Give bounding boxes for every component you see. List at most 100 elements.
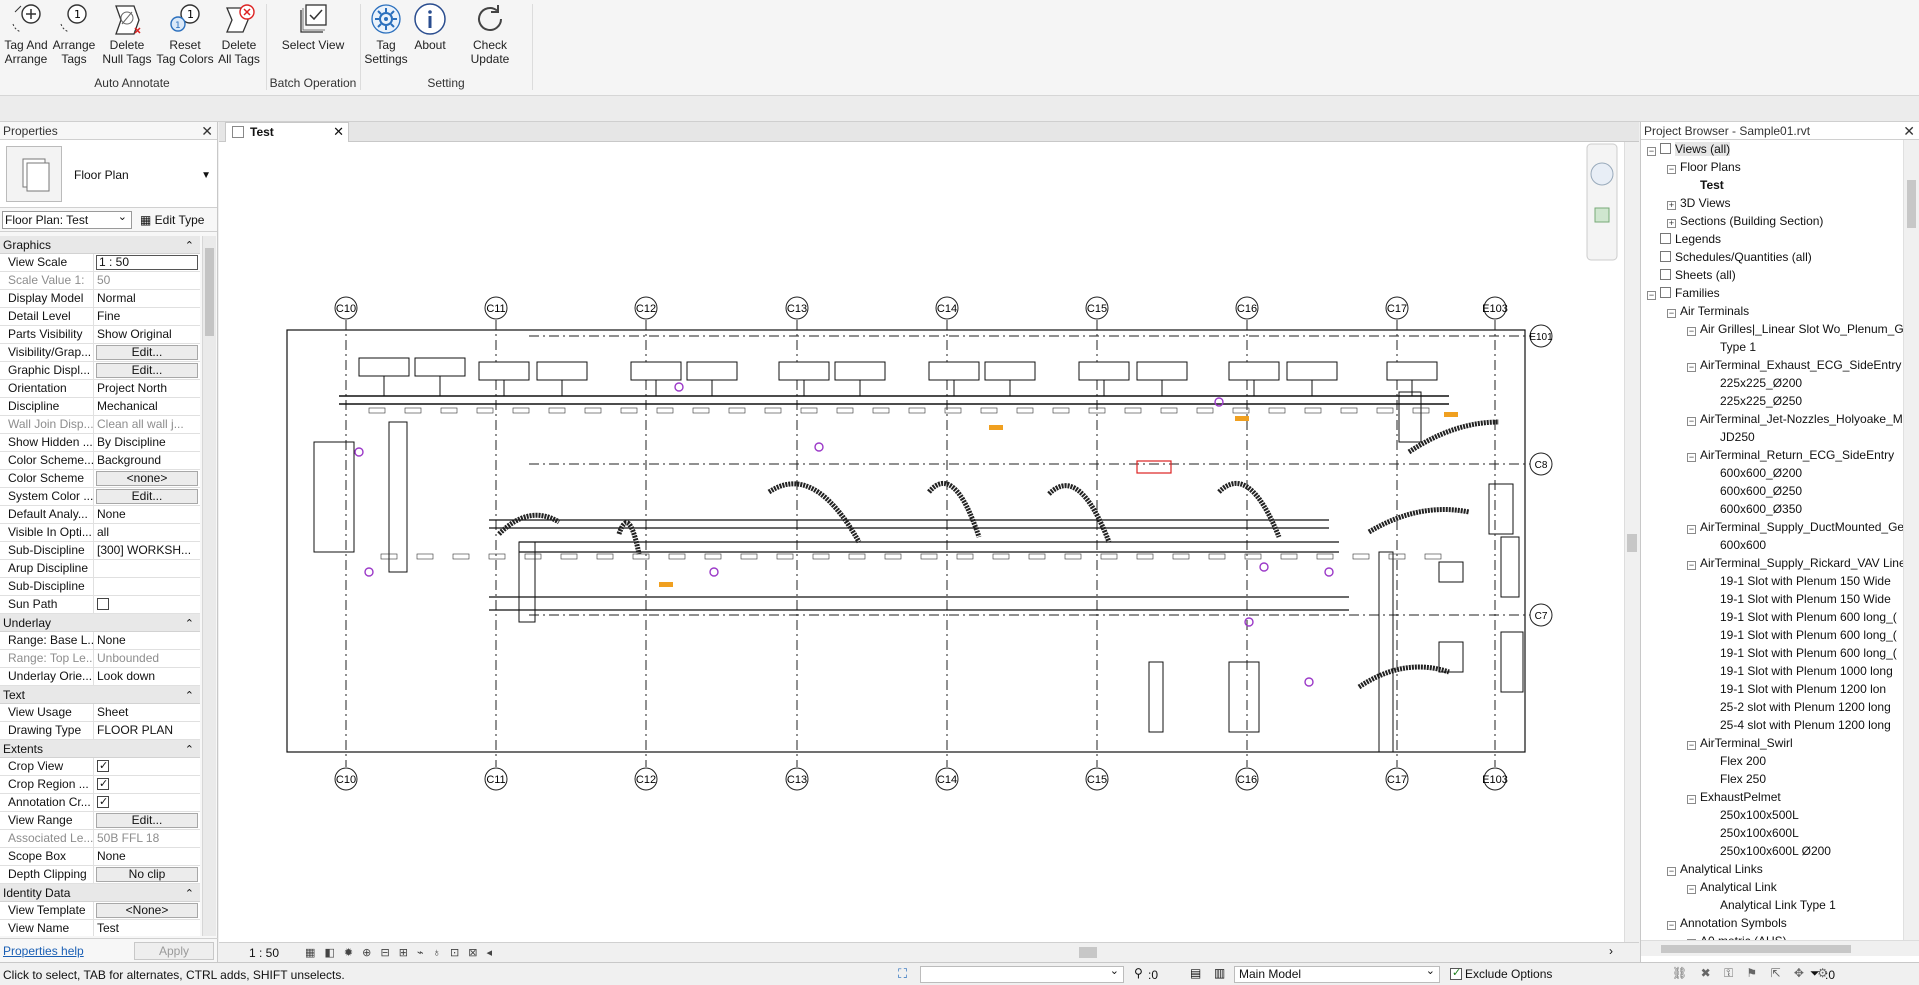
equipment[interactable] (1228, 661, 1260, 733)
tree-item[interactable]: 225x225_Ø250 (1641, 392, 1903, 410)
property-value[interactable]: Project North (94, 380, 200, 397)
property-row[interactable]: View Name Test (0, 920, 200, 936)
collapse-icon[interactable]: − (1687, 561, 1696, 570)
collapse-icon[interactable]: − (1687, 885, 1696, 894)
property-row[interactable]: Orientation Project North (0, 380, 200, 398)
tag-marker[interactable] (1244, 617, 1254, 627)
check-update-button[interactable]: Check Update (452, 2, 528, 66)
property-row[interactable]: View Scale 1 : 50 (0, 254, 200, 272)
tree-item[interactable]: 250x100x600L Ø200 (1641, 842, 1903, 860)
property-row[interactable]: View Usage Sheet (0, 704, 200, 722)
equipment[interactable] (686, 361, 738, 381)
view-vertical-scrollbar[interactable] (1624, 142, 1639, 942)
property-row[interactable]: Range: Base L... None (0, 632, 200, 650)
workset-icon[interactable]: ⛶ (898, 966, 907, 982)
tree-item[interactable]: Schedules/Quantities (all) (1641, 248, 1903, 266)
tag-marker[interactable] (989, 425, 1003, 430)
equipment[interactable] (1386, 361, 1438, 381)
property-row[interactable]: Show Hidden ... By Discipline (0, 434, 200, 452)
checkbox[interactable] (97, 758, 109, 775)
equipment[interactable] (1438, 641, 1464, 673)
scroll-thumb[interactable] (1661, 945, 1851, 953)
expand-icon[interactable]: + (1667, 219, 1676, 228)
property-row[interactable]: Visibility/Grap... Edit... (0, 344, 200, 362)
collapse-icon[interactable]: − (1687, 525, 1696, 534)
tag-marker[interactable] (709, 567, 719, 577)
workset-dropdown[interactable] (920, 964, 1124, 983)
scroll-thumb[interactable] (1907, 180, 1916, 228)
equipment[interactable] (536, 361, 588, 381)
property-edit-button[interactable]: <none> (96, 471, 198, 486)
property-value[interactable]: Normal (94, 290, 200, 307)
browser-horizontal-scrollbar[interactable] (1641, 940, 1919, 956)
property-value[interactable]: No clip (94, 866, 200, 883)
tree-item[interactable]: − AirTerminal_Supply_DuctMounted_Ge (1641, 518, 1903, 536)
tag-marker[interactable] (354, 447, 364, 457)
collapse-icon[interactable]: − (1687, 327, 1696, 336)
collapse-icon[interactable]: − (1687, 417, 1696, 426)
equipment[interactable] (1136, 361, 1188, 381)
tag-marker[interactable] (1259, 562, 1269, 572)
scroll-thumb[interactable] (1627, 534, 1637, 552)
tree-item[interactable]: −A0 metric (AUS) (1641, 932, 1903, 940)
equipment[interactable] (358, 357, 410, 377)
checkbox[interactable] (97, 776, 109, 793)
view-horizontal-scrollbar[interactable] (539, 946, 1609, 959)
exclude-options-toggle[interactable]: Exclude Options (1450, 966, 1552, 981)
collapse-icon[interactable]: − (1667, 165, 1676, 174)
property-value[interactable] (94, 776, 200, 793)
property-edit-button[interactable]: <None> (96, 903, 198, 918)
tag-marker[interactable] (1324, 567, 1334, 577)
property-value[interactable]: Fine (94, 308, 200, 325)
equipment[interactable] (313, 441, 355, 553)
reset-tag-colors-button[interactable]: 11 Reset Tag Colors (156, 2, 214, 66)
scroll-thumb[interactable] (205, 248, 214, 336)
tag-marker[interactable] (659, 582, 673, 587)
tag-marker[interactable] (1136, 460, 1172, 474)
property-edit-button[interactable]: Edit... (96, 813, 198, 828)
property-value[interactable]: Look down (94, 668, 200, 685)
view-tab-test[interactable]: Test ✕ (225, 122, 349, 142)
property-row[interactable]: Parts Visibility Show Original (0, 326, 200, 344)
property-row[interactable]: Detail Level Fine (0, 308, 200, 326)
collapse-icon[interactable]: − (1667, 921, 1676, 930)
design-option-icon[interactable]: ▥ (1214, 966, 1225, 980)
tree-item[interactable]: Type 1 (1641, 338, 1903, 356)
tree-item[interactable]: 19-1 Slot with Plenum 150 Wide (1641, 572, 1903, 590)
property-row[interactable]: Arup Discipline (0, 560, 200, 578)
tree-item[interactable]: 19-1 Slot with Plenum 1000 long (1641, 662, 1903, 680)
property-row[interactable]: Wall Join Disp... Clean all wall j... (0, 416, 200, 434)
property-value[interactable]: Edit... (94, 344, 200, 361)
property-row[interactable]: Depth Clipping No clip (0, 866, 200, 884)
drawing-canvas[interactable]: C10 C10 C11 C11 C12 C12 C13 C13 C14 C14 C15 C15 C16 C… (219, 142, 1639, 942)
close-icon[interactable]: ✕ (333, 123, 344, 141)
tree-item[interactable]: − Families (1641, 284, 1903, 302)
scroll-right-icon[interactable]: › (1609, 944, 1613, 958)
property-value[interactable]: [300] WORKSH... (94, 542, 200, 559)
tree-item[interactable]: 600x600_Ø250 (1641, 482, 1903, 500)
checkbox[interactable] (97, 794, 109, 811)
crop-region[interactable] (286, 329, 1526, 753)
property-value[interactable]: Edit... (94, 812, 200, 829)
view-scale-input[interactable]: 1 : 50 (96, 255, 198, 270)
property-row[interactable]: Sun Path (0, 596, 200, 614)
property-row[interactable]: View Template <None> (0, 902, 200, 920)
equipment[interactable] (1500, 631, 1524, 693)
property-value[interactable]: <None> (94, 902, 200, 919)
tree-item[interactable]: 600x600_Ø350 (1641, 500, 1903, 518)
tree-item[interactable]: − Views (all) (1641, 140, 1903, 158)
property-row[interactable]: Discipline Mechanical (0, 398, 200, 416)
equipment[interactable] (834, 361, 886, 381)
property-row[interactable]: Color Scheme <none> (0, 470, 200, 488)
tree-item[interactable]: − AirTerminal_Swirl (1641, 734, 1903, 752)
property-row[interactable]: Default Analy... None (0, 506, 200, 524)
navigation-bar[interactable] (1586, 143, 1618, 261)
property-row[interactable]: Scope Box None (0, 848, 200, 866)
section-header[interactable]: Extents (0, 740, 200, 759)
selection-toggle-icons[interactable]: ⛓ ✖ ⚿ ⚑ ⇱ ✥ ⚙ (1672, 966, 1833, 981)
property-edit-button[interactable]: Edit... (96, 363, 198, 378)
equipment[interactable] (1148, 661, 1164, 733)
property-row[interactable]: Display Model Normal (0, 290, 200, 308)
equipment[interactable] (1078, 361, 1130, 381)
tree-item[interactable]: 250x100x500L (1641, 806, 1903, 824)
